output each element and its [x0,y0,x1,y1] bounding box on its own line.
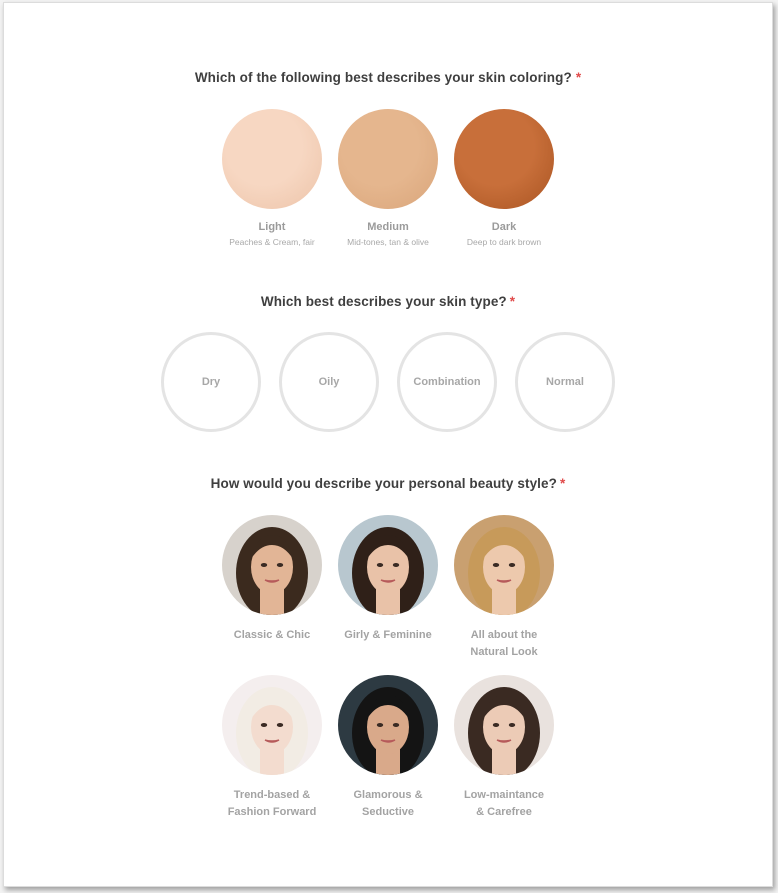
portrait-left-eye [492,563,500,567]
style-option-trend-based[interactable]: Trend-based & Fashion Forward [214,675,330,821]
skin-coloring-question-text: Which of the following best describes yo… [194,70,572,85]
portrait-illustration [338,515,438,615]
dark-swatch[interactable] [454,109,554,209]
label-line-1: Trend-based & [233,789,311,801]
label-line-2: & Carefree [476,806,532,818]
option-label: Medium [367,221,409,233]
skin-color-option-dark[interactable]: Dark Deep to dark brown [446,109,562,247]
beauty-style-row-1: Classic & Chic Girly & Feminine All abou… [4,515,772,661]
style-option-low-maintenance[interactable]: Low-maintance & Carefree [446,675,562,821]
portrait-right-eye [508,563,516,567]
option-label: Light [258,221,286,233]
glamorous-portrait[interactable] [338,675,438,775]
skin-type-option-normal[interactable]: Normal [515,332,615,432]
style-option-glamorous[interactable]: Glamorous & Seductive [330,675,446,821]
skin-coloring-question: Which of the following best describes yo… [4,70,772,85]
natural-look-portrait[interactable] [454,515,554,615]
required-mark: * [559,476,566,491]
portrait-lips [496,739,512,743]
survey-card: Which of the following best describes yo… [3,2,773,887]
girly-feminine-portrait[interactable] [338,515,438,615]
style-option-natural-look[interactable]: All about the Natural Look [446,515,562,661]
skin-type-options: Dry Oily Combination Normal [4,332,772,432]
beauty-style-question: How would you describe your personal bea… [4,476,772,491]
portrait-lips [264,739,280,743]
option-label: Trend-based & Fashion Forward [214,787,330,821]
light-swatch[interactable] [222,109,322,209]
low-maintenance-portrait[interactable] [454,675,554,775]
label-line-1: Low-maintance [463,789,545,801]
portrait-left-eye [376,563,384,567]
portrait-illustration [454,675,554,775]
label-line-1: Classic & Chic [233,629,311,641]
option-description: Peaches & Cream, fair [229,237,315,247]
portrait-right-eye [392,723,400,727]
medium-swatch[interactable] [338,109,438,209]
portrait-right-eye [276,563,284,567]
label-line-1: All about the [470,629,538,641]
portrait-left-eye [376,723,384,727]
option-label: Classic & Chic [214,627,330,644]
portrait-illustration [338,675,438,775]
required-mark: * [575,70,582,85]
label-line-2: Natural Look [470,646,538,658]
style-option-girly-feminine[interactable]: Girly & Feminine [330,515,446,661]
portrait-lips [496,579,512,583]
beauty-style-row-2: Trend-based & Fashion Forward Glamorous … [4,675,772,821]
skin-color-option-light[interactable]: Light Peaches & Cream, fair [214,109,330,247]
portrait-right-eye [508,723,516,727]
skin-color-option-medium[interactable]: Medium Mid-tones, tan & olive [330,109,446,247]
skin-type-option-dry[interactable]: Dry [161,332,261,432]
option-label: Glamorous & Seductive [330,787,446,821]
portrait-illustration [454,515,554,615]
trend-based-portrait[interactable] [222,675,322,775]
portrait-left-eye [260,563,268,567]
option-description: Mid-tones, tan & olive [347,237,429,247]
portrait-right-eye [276,723,284,727]
required-mark: * [509,294,516,309]
label-line-2: Fashion Forward [227,806,317,818]
option-label: Dark [491,221,517,233]
portrait-lips [264,579,280,583]
label-line-1: Glamorous & [353,789,423,801]
skin-type-option-oily[interactable]: Oily [279,332,379,432]
classic-chic-portrait[interactable] [222,515,322,615]
option-label: Girly & Feminine [330,627,446,644]
portrait-left-eye [492,723,500,727]
label-line-2: Seductive [362,806,414,818]
style-option-classic-chic[interactable]: Classic & Chic [214,515,330,661]
skin-type-question-text: Which best describes your skin type? [260,294,507,309]
portrait-lips [380,739,396,743]
option-label: All about the Natural Look [446,627,562,661]
option-description: Deep to dark brown [466,237,542,247]
portrait-right-eye [392,563,400,567]
beauty-style-question-text: How would you describe your personal bea… [210,476,557,491]
label-line-1: Girly & Feminine [344,629,432,641]
portrait-left-eye [260,723,268,727]
skin-coloring-options: Light Peaches & Cream, fair Medium Mid-t… [4,109,772,247]
option-label: Low-maintance & Carefree [446,787,562,821]
portrait-illustration [222,515,322,615]
skin-type-question: Which best describes your skin type? * [4,294,772,309]
portrait-illustration [222,675,322,775]
skin-type-option-combination[interactable]: Combination [397,332,497,432]
portrait-lips [380,579,396,583]
